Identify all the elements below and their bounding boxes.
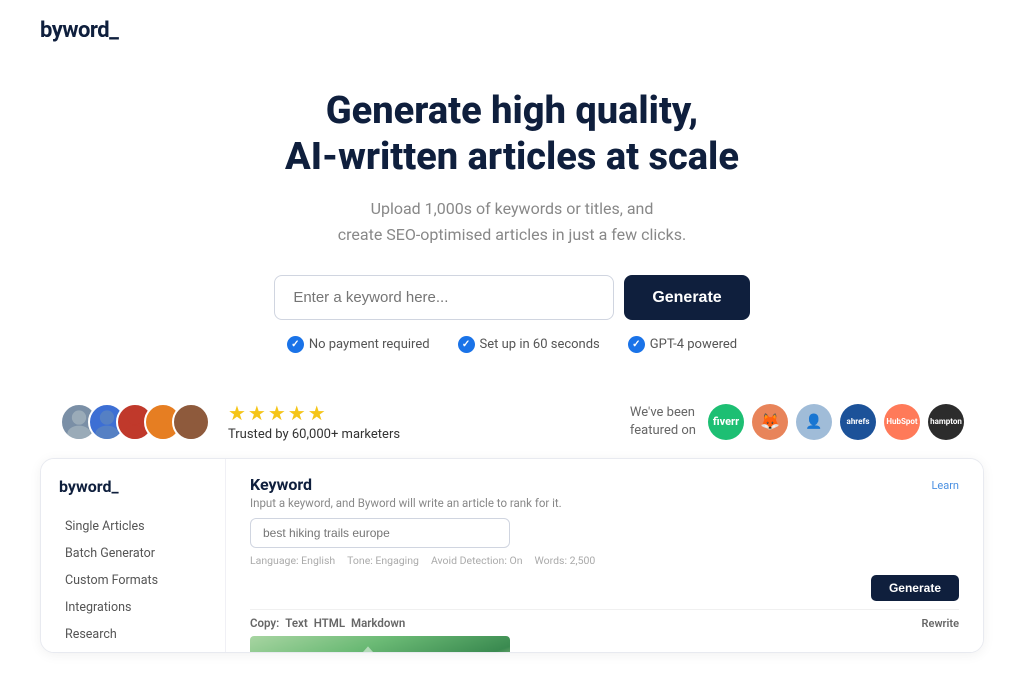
app-keyword-input[interactable] (250, 518, 510, 548)
check-icon-1: ✓ (287, 336, 304, 353)
rewrite-button[interactable]: Rewrite (922, 617, 959, 630)
app-sidebar-logo: byword_ (59, 477, 207, 496)
badge-setup: ✓ Set up in 60 seconds (458, 336, 600, 353)
title-row: Keyword Learn (250, 475, 959, 496)
app-meta-tone: Tone: Engaging (347, 554, 419, 567)
ahrefs-logo: ahrefs (840, 404, 876, 440)
hero-subtitle: Upload 1,000s of keywords or titles, and… (20, 196, 1004, 247)
fiverr-logo: fiverr (708, 404, 744, 440)
logo: byword_ (40, 18, 118, 43)
copy-row: Copy: Text HTML Markdown Rewrite (250, 609, 959, 630)
sidebar-item-custom-formats[interactable]: Custom Formats (59, 568, 207, 593)
hero-section: Generate high quality, AI-written articl… (0, 61, 1024, 373)
generate-button[interactable]: Generate (624, 275, 749, 320)
badge-label-1: No payment required (309, 337, 430, 352)
app-sidebar: byword_ Single Articles Batch Generator … (41, 459, 226, 652)
badge-gpt4: ✓ GPT-4 powered (628, 336, 737, 353)
app-section-sub: Input a keyword, and Byword will write a… (250, 496, 959, 510)
badges-row: ✓ No payment required ✓ Set up in 60 sec… (20, 336, 1004, 353)
sidebar-nav: Single Articles Batch Generator Custom F… (59, 514, 207, 647)
app-meta-words: Words: 2,500 (535, 554, 596, 567)
featured-logos: fiverr 🦊 👤 ahrefs HubSpot hampton (708, 404, 964, 440)
badge-no-payment: ✓ No payment required (287, 336, 430, 353)
badge-label-3: GPT-4 powered (650, 337, 737, 352)
social-right: We've been featured on fiverr 🦊 👤 ahrefs… (630, 404, 964, 440)
copy-markdown[interactable]: Markdown (351, 616, 405, 630)
app-meta-language: Language: English (250, 554, 335, 567)
learn-link[interactable]: Learn (931, 479, 959, 492)
search-row: Generate (20, 275, 1004, 320)
copy-label: Copy: (250, 616, 279, 630)
check-icon-2: ✓ (458, 336, 475, 353)
badge-label-2: Set up in 60 seconds (480, 337, 600, 352)
header: byword_ (0, 0, 1024, 61)
fox-logo: 🦊 (752, 404, 788, 440)
app-preview-card: byword_ Single Articles Batch Generator … (40, 458, 984, 653)
sidebar-item-batch-generator[interactable]: Batch Generator (59, 541, 207, 566)
keyword-input[interactable] (274, 275, 614, 320)
sidebar-item-single-articles[interactable]: Single Articles (59, 514, 207, 539)
sidebar-item-research[interactable]: Research (59, 622, 207, 647)
sidebar-item-integrations[interactable]: Integrations (59, 595, 207, 620)
featured-text: We've been featured on (630, 404, 696, 440)
app-section-title: Keyword (250, 475, 312, 494)
copy-text[interactable]: Text (285, 616, 307, 630)
hero-headline: Generate high quality, AI-written articl… (20, 89, 1004, 180)
check-icon-3: ✓ (628, 336, 645, 353)
avatar-5 (172, 403, 210, 441)
stars-block: ★★★★★ Trusted by 60,000+ marketers (228, 401, 400, 442)
social-proof-section: ★★★★★ Trusted by 60,000+ marketers We've… (0, 373, 1024, 458)
social-left: ★★★★★ Trusted by 60,000+ marketers (60, 401, 400, 442)
copy-html[interactable]: HTML (314, 616, 345, 630)
hampton-logo: hampton (928, 404, 964, 440)
hubspot-logo: HubSpot (884, 404, 920, 440)
app-meta-detection: Avoid Detection: On (431, 554, 523, 567)
person-logo: 👤 (796, 404, 832, 440)
trusted-text: Trusted by 60,000+ marketers (228, 427, 400, 442)
article-preview-image (250, 636, 510, 653)
app-meta: Language: English Tone: Engaging Avoid D… (250, 554, 959, 567)
preview-wrapper: byword_ Single Articles Batch Generator … (0, 458, 1024, 673)
app-main: Keyword Learn Input a keyword, and Bywor… (226, 459, 983, 652)
app-generate-button[interactable]: Generate (871, 575, 959, 601)
avatars-group (60, 403, 210, 441)
star-rating: ★★★★★ (228, 401, 400, 425)
